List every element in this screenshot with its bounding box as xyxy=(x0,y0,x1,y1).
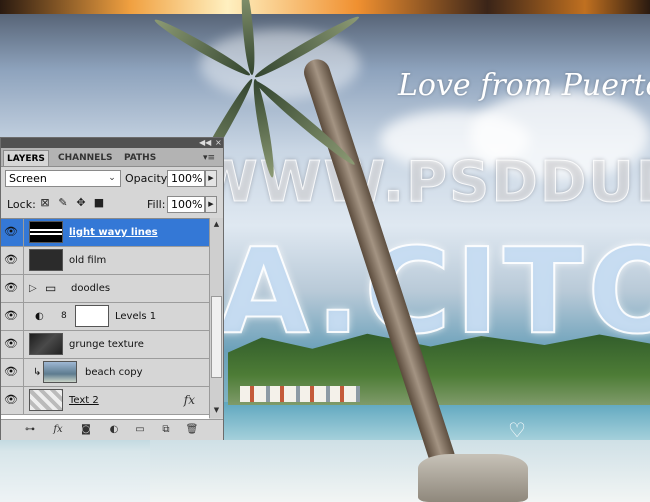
layer-name: Text 2 xyxy=(69,395,99,406)
lock-brush-icon[interactable]: ✎ xyxy=(57,197,69,209)
beach-houses xyxy=(240,386,360,402)
adjustment-icon: ◐ xyxy=(35,311,44,322)
expand-arrow-icon[interactable]: ▷ xyxy=(29,275,37,302)
scroll-up-icon[interactable]: ▲ xyxy=(210,218,223,230)
rock-stump xyxy=(418,454,528,502)
new-group-folder-icon[interactable]: ▭ xyxy=(133,423,147,437)
layers-scrollbar[interactable]: ▲ ▼ xyxy=(209,218,223,418)
layer-name: doodles xyxy=(71,283,111,294)
layer-thumbnail xyxy=(29,221,63,243)
close-icon[interactable]: × xyxy=(215,138,222,148)
add-style-fx-icon[interactable]: fx xyxy=(51,423,65,437)
lock-transparency-icon[interactable]: ⊠ xyxy=(39,197,51,209)
add-mask-icon[interactable]: ◙ xyxy=(79,423,93,437)
opacity-input[interactable]: 100% xyxy=(167,170,205,187)
layer-name: light wavy lines xyxy=(69,227,158,238)
lock-label: Lock: xyxy=(7,198,36,211)
light-streak-band xyxy=(0,0,650,14)
tab-layers[interactable]: LAYERS xyxy=(3,150,49,166)
lock-fill-row: Lock: ⊠ ✎ ✥ ■ Fill: 100% ▶ xyxy=(1,194,223,216)
eye-icon[interactable]: 👁 xyxy=(4,282,18,294)
link-icon[interactable]: 8 xyxy=(61,303,67,330)
layer-grunge-texture[interactable]: 👁 grunge texture xyxy=(1,331,209,359)
layers-panel[interactable]: ◀◀ × LAYERS CHANNELS PATHS ▾≡ Screen ⌄ O… xyxy=(0,137,224,440)
eye-icon[interactable]: 👁 xyxy=(4,254,18,266)
lock-move-icon[interactable]: ✥ xyxy=(75,197,87,209)
layer-text-2[interactable]: 👁 Text 2 fx xyxy=(1,387,209,415)
eye-icon[interactable]: 👁 xyxy=(4,394,18,406)
layer-doodles-group[interactable]: 👁 ▷ ▭ doodles xyxy=(1,275,209,303)
layer-thumbnail xyxy=(29,389,63,411)
fill-label: Fill: xyxy=(147,198,166,211)
heart-doodle-icon: ♡ xyxy=(508,418,526,442)
watermark-text: WWW.PSDDUDE.COM xyxy=(195,150,650,216)
collapse-icon[interactable]: ◀◀ xyxy=(199,138,211,148)
link-layers-icon[interactable]: ⊶ xyxy=(23,423,37,437)
fill-input[interactable]: 100% xyxy=(167,196,205,213)
eye-icon[interactable]: 👁 xyxy=(4,310,18,322)
lock-all-icon[interactable]: ■ xyxy=(93,197,105,209)
trash-icon[interactable]: 🗑 xyxy=(185,423,199,437)
layer-name: old film xyxy=(69,255,107,266)
love-handwritten-text: Love from Puerto Ri xyxy=(398,68,650,103)
layers-list: 👁 light wavy lines 👁 old film 👁 ▷ ▭ dood… xyxy=(1,218,209,419)
new-layer-icon[interactable]: ⧉ xyxy=(159,423,173,437)
layer-thumbnail xyxy=(43,361,77,383)
layer-levels-1[interactable]: 👁 ◐ 8 Levels 1 xyxy=(1,303,209,331)
layer-beach-copy[interactable]: 👁 ↳ beach copy xyxy=(1,359,209,387)
folder-icon: ▭ xyxy=(45,281,57,295)
layer-mask-thumbnail xyxy=(75,305,109,327)
chevron-down-icon: ⌄ xyxy=(108,173,116,183)
clipping-arrow-icon: ↳ xyxy=(33,367,42,378)
panel-tabs: LAYERS CHANNELS PATHS ▾≡ xyxy=(1,148,223,167)
opacity-arrow-icon[interactable]: ▶ xyxy=(205,170,217,187)
eye-icon[interactable]: 👁 xyxy=(4,338,18,350)
layer-name: Levels 1 xyxy=(115,311,157,322)
panel-titlebar[interactable]: ◀◀ × xyxy=(1,138,223,148)
scrollbar-thumb[interactable] xyxy=(211,296,222,378)
layer-thumbnail xyxy=(29,333,63,355)
panel-bottom-bar: ⊶ fx ◙ ◐ ▭ ⧉ 🗑 xyxy=(1,419,223,440)
layer-light-wavy-lines[interactable]: 👁 light wavy lines xyxy=(1,219,209,247)
new-adjustment-icon[interactable]: ◐ xyxy=(107,423,121,437)
title-text: A.CITO xyxy=(217,221,650,361)
layer-thumbnail xyxy=(29,249,63,271)
tab-paths[interactable]: PATHS xyxy=(121,150,159,166)
panel-menu-icon[interactable]: ▾≡ xyxy=(203,153,215,163)
opacity-label: Opacity: xyxy=(125,172,171,185)
layer-name: beach copy xyxy=(85,367,143,378)
sand-beach xyxy=(150,440,650,502)
blend-mode-select[interactable]: Screen ⌄ xyxy=(5,170,121,187)
layer-name: grunge texture xyxy=(69,339,144,350)
fill-arrow-icon[interactable]: ▶ xyxy=(205,196,217,213)
tab-channels[interactable]: CHANNELS xyxy=(55,150,116,166)
eye-icon[interactable]: 👁 xyxy=(4,366,18,378)
blend-opacity-row: Screen ⌄ Opacity: 100% ▶ xyxy=(1,168,223,190)
blend-mode-value: Screen xyxy=(9,172,47,185)
fx-icon[interactable]: fx xyxy=(184,387,195,414)
layer-old-film[interactable]: 👁 old film xyxy=(1,247,209,275)
scroll-down-icon[interactable]: ▼ xyxy=(210,404,223,416)
eye-icon[interactable]: 👁 xyxy=(4,226,18,238)
